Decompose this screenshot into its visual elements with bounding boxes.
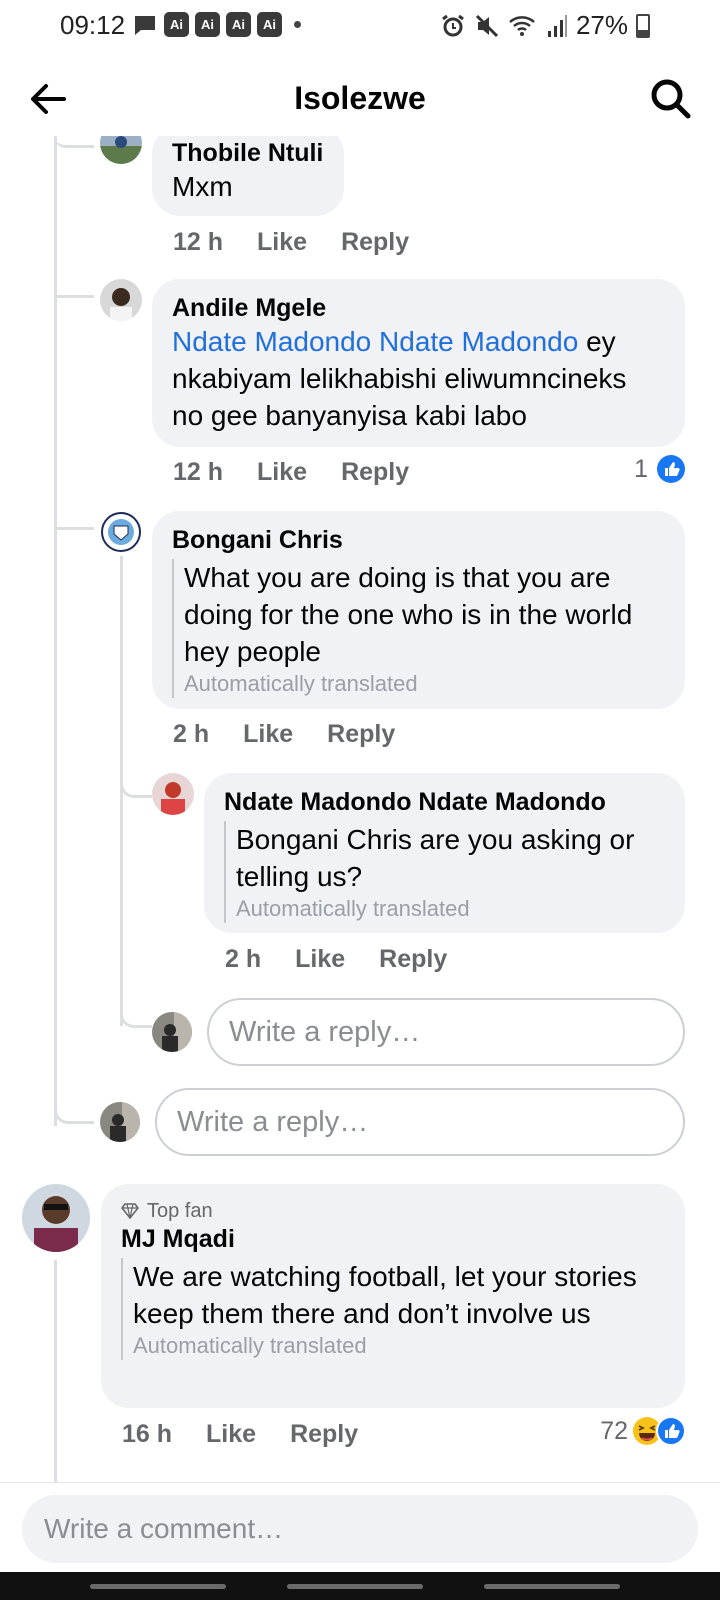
current-user-avatar xyxy=(100,1102,140,1142)
like-button[interactable]: Like xyxy=(257,228,307,257)
like-button[interactable]: Like xyxy=(206,1420,256,1449)
comment-actions: 12 h Like Reply xyxy=(173,458,409,487)
comment-text: What you are doing is that you are doing… xyxy=(184,562,633,667)
comment-bubble[interactable]: Thobile Ntuli Mxm xyxy=(152,136,344,216)
thread-connector xyxy=(54,136,94,148)
system-nav-bar xyxy=(0,1572,720,1600)
thread-connector xyxy=(54,1092,94,1124)
status-icons: 27% xyxy=(440,10,650,41)
comment-placeholder: Write a comment… xyxy=(44,1513,284,1544)
auto-translated-label[interactable]: Automatically translated xyxy=(133,1332,665,1360)
comment-time[interactable]: 2 h xyxy=(225,945,261,974)
page-title: Isolezwe xyxy=(294,80,426,116)
comment-bubble[interactable]: Top fan MJ Mqadi We are watching footbal… xyxy=(101,1184,685,1408)
thread-reply-input[interactable]: Write a reply… xyxy=(155,1088,685,1156)
wifi-icon xyxy=(509,15,535,36)
comment-actions: 2 h Like Reply xyxy=(225,945,447,974)
thread-connector xyxy=(120,776,152,798)
auto-translated-label[interactable]: Automatically translated xyxy=(184,670,665,698)
comment-time[interactable]: 12 h xyxy=(173,458,223,487)
comment-time[interactable]: 12 h xyxy=(173,228,223,257)
avatar[interactable] xyxy=(22,1184,90,1252)
translated-block: What you are doing is that you are doing… xyxy=(172,559,665,698)
comment-actions: 12 h Like Reply xyxy=(173,228,409,257)
comment-author[interactable]: Bongani Chris xyxy=(172,525,665,555)
ai-badge-icon: Ai xyxy=(226,12,251,37)
avatar[interactable] xyxy=(100,136,142,164)
comment-author[interactable]: Ndate Madondo Ndate Madondo xyxy=(224,787,665,817)
reply-button[interactable]: Reply xyxy=(341,228,409,257)
status-bar: 09:12 Ai Ai Ai Ai 27% xyxy=(0,0,720,52)
reply-placeholder: Write a reply… xyxy=(177,1105,369,1138)
thread-connector xyxy=(54,498,94,530)
recents-nav-handle[interactable] xyxy=(90,1584,226,1589)
comment-bubble[interactable]: Ndate Madondo Ndate Madondo Bongani Chri… xyxy=(204,773,685,933)
back-nav-handle[interactable] xyxy=(484,1584,620,1589)
comment-bubble[interactable]: Bongani Chris What you are doing is that… xyxy=(152,511,685,709)
ai-badge-icon: Ai xyxy=(257,12,282,37)
message-icon xyxy=(135,15,155,35)
signal-icon xyxy=(547,14,567,37)
notification-icons: Ai Ai Ai Ai xyxy=(132,12,301,37)
reply-button[interactable]: Reply xyxy=(341,458,409,487)
thread-connector xyxy=(120,1002,152,1028)
top-app-bar: Isolezwe xyxy=(0,60,720,136)
reply-thread-line xyxy=(54,1260,57,1482)
reply-button[interactable]: Reply xyxy=(290,1420,358,1449)
reaction-count: 72 xyxy=(600,1416,628,1445)
reaction-summary[interactable]: 1 xyxy=(634,454,686,484)
mute-icon xyxy=(475,14,499,37)
auto-translated-label[interactable]: Automatically translated xyxy=(236,895,665,923)
comment-input[interactable]: Write a comment… xyxy=(22,1495,698,1563)
current-user-avatar xyxy=(152,1012,192,1052)
comment-text: Bongani Chris are you asking or telling … xyxy=(236,824,635,892)
avatar[interactable] xyxy=(100,279,142,321)
thread-connector xyxy=(54,266,94,298)
avatar[interactable] xyxy=(100,511,142,553)
comment-bubble[interactable]: Andile Mgele Ndate Madondo Ndate Madondo… xyxy=(152,279,685,447)
battery-icon xyxy=(636,13,650,38)
nested-reply-input[interactable]: Write a reply… xyxy=(207,998,685,1066)
comment-time[interactable]: 16 h xyxy=(122,1420,172,1449)
like-button[interactable]: Like xyxy=(257,458,307,487)
comment-author[interactable]: MJ Mqadi xyxy=(121,1224,665,1254)
comment-composer: Write a comment… xyxy=(0,1482,720,1572)
like-reaction-icon xyxy=(657,455,685,483)
home-nav-handle[interactable] xyxy=(287,1584,423,1589)
avatar[interactable] xyxy=(152,773,194,815)
battery-percent: 27% xyxy=(575,10,628,40)
comment-time[interactable]: 2 h xyxy=(173,720,209,749)
translated-block: We are watching football, let your stori… xyxy=(121,1258,665,1360)
top-fan-label: Top fan xyxy=(147,1200,213,1222)
reaction-count: 1 xyxy=(634,454,648,483)
reply-placeholder: Write a reply… xyxy=(229,1015,421,1048)
comment-author[interactable]: Andile Mgele xyxy=(172,293,665,323)
translated-block: Bongani Chris are you asking or telling … xyxy=(224,821,665,923)
mention-link[interactable]: Ndate Madondo Ndate Madondo xyxy=(172,326,578,357)
search-icon[interactable] xyxy=(648,76,694,122)
diamond-icon xyxy=(121,1203,139,1219)
ai-badge-icon: Ai xyxy=(195,12,220,37)
reaction-summary[interactable]: 72 xyxy=(600,1416,686,1446)
like-button[interactable]: Like xyxy=(243,720,293,749)
comment-author[interactable]: Thobile Ntuli xyxy=(172,138,324,168)
like-button[interactable]: Like xyxy=(295,945,345,974)
comment-actions: 2 h Like Reply xyxy=(173,720,395,749)
ai-badge-icon: Ai xyxy=(164,12,189,37)
alarm-icon xyxy=(442,14,464,36)
like-reaction-icon xyxy=(656,1416,686,1446)
comment-text: Mxm xyxy=(172,171,233,202)
status-time: 09:12 xyxy=(60,10,126,40)
comment-text: Ndate Madondo Ndate Madondo ey nkabiyam … xyxy=(172,323,665,434)
top-fan-badge: Top fan xyxy=(121,1198,665,1224)
comment-thread[interactable]: Thobile Ntuli Mxm 12 h Like Reply Andile… xyxy=(0,136,720,1482)
comment-actions: 16 h Like Reply xyxy=(122,1420,358,1449)
comment-text: We are watching football, let your stori… xyxy=(133,1261,637,1329)
reply-button[interactable]: Reply xyxy=(379,945,447,974)
more-notifications-dot-icon xyxy=(294,21,301,28)
reply-button[interactable]: Reply xyxy=(327,720,395,749)
